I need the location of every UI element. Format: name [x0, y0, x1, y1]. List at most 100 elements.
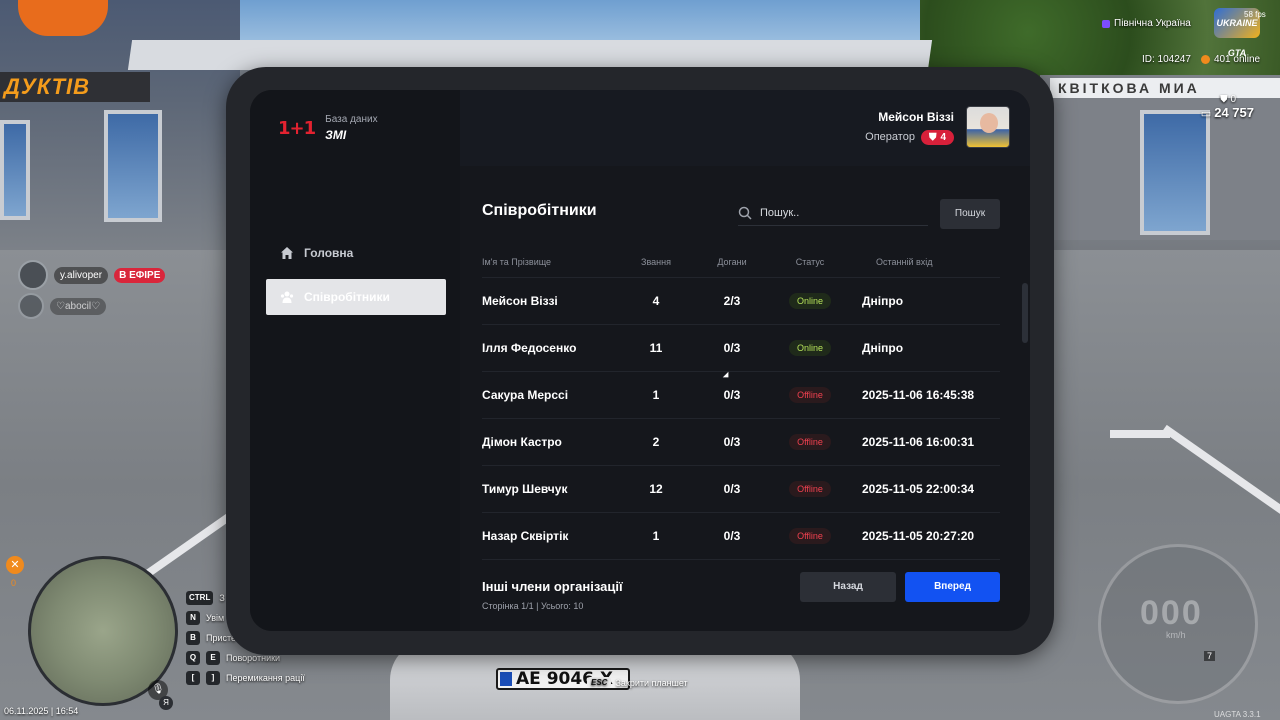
- key-label: Перемикання рації: [226, 673, 305, 683]
- key-cap: Q: [186, 651, 200, 665]
- wanted-level: ⛊ 0: [1188, 94, 1254, 105]
- key-cap: ]: [206, 671, 220, 685]
- keybind-row: [ ] Перемикання рації: [186, 668, 305, 688]
- sidebar-nav: Головна Співробітники: [266, 235, 446, 323]
- sidebar-item-label: Головна: [304, 246, 354, 260]
- sidebar-item-label: Співробітники: [304, 290, 390, 304]
- table-row[interactable]: Тимур Шевчук 12 0/3 Offline 2025-11-05 22:00…: [482, 466, 1000, 513]
- table-row[interactable]: Назар Сквіртік 1 0/3 Offline 2025-11-05 20:2…: [482, 513, 1000, 560]
- status-cell: Offline: [782, 434, 838, 450]
- tablet: 1+1 База даних ЗМІ Головна Співробітники…: [226, 67, 1054, 655]
- speed-value: 000: [1140, 594, 1203, 632]
- scrollbar[interactable]: [1022, 283, 1028, 343]
- key-label: З: [219, 593, 225, 603]
- wanted-value: 0: [1230, 94, 1236, 105]
- minimap-marker-icon: ✕: [6, 556, 24, 574]
- search-button[interactable]: Пошук: [940, 199, 1000, 229]
- status-badge: Offline: [789, 528, 831, 544]
- employee-warnings: 0/3: [723, 341, 741, 355]
- online-icon: [1200, 55, 1210, 64]
- avatar: [966, 106, 1010, 148]
- employee-name: Тимур Шевчук: [482, 482, 568, 496]
- status-badge: Online: [788, 293, 831, 309]
- header: Мейсон Віззі Оператор ⛊ 4: [460, 90, 1030, 166]
- column-header: Ім'я та Прізвище: [482, 256, 552, 267]
- date-time: 06.11.2025 | 16:54: [4, 706, 79, 716]
- scene-canopy: [127, 40, 933, 70]
- search-input[interactable]: [760, 206, 910, 219]
- brand-logo: 1+1: [278, 117, 316, 139]
- status-cell: Online: [782, 293, 838, 309]
- table-body: Мейсон Віззі 4 2/3 Online Дніпро Ілля Федосен…: [482, 278, 1000, 560]
- live-stream-row: ♡aboсil♡: [18, 293, 107, 319]
- employee-warnings: 2/3: [723, 294, 741, 308]
- pagination-info: Сторінка 1/1 | Усього: 10: [482, 601, 584, 611]
- region-name: Північна Україна: [1114, 18, 1191, 29]
- table-row[interactable]: Мейсон Віззі 4 2/3 Online Дніпро: [482, 278, 1000, 325]
- rank-value: 4: [940, 131, 946, 143]
- gear-value: 7: [1204, 651, 1216, 661]
- user-role-row: Оператор ⛊ 4: [865, 129, 954, 145]
- employee-warnings: 0/3: [723, 388, 741, 402]
- sidebar-item-employees[interactable]: Співробітники: [266, 279, 446, 315]
- money-panel: ⛊ 0 ▭ 24 757: [1188, 94, 1254, 120]
- key-cap: [: [186, 671, 200, 685]
- employee-rank: 4: [652, 294, 660, 308]
- key-label: Увім: [206, 613, 225, 623]
- employee-warnings: 0/3: [723, 482, 741, 496]
- brand: 1+1 База даних ЗМІ: [278, 114, 378, 142]
- scene-sign-left: ДУКТІВ: [0, 72, 150, 102]
- column-header: Статус: [795, 256, 825, 267]
- status-badge: Offline: [789, 434, 831, 450]
- online-counter: 401 online: [1200, 54, 1260, 65]
- status-cell: Offline: [782, 481, 838, 497]
- employee-rank: 2: [652, 435, 660, 449]
- live-user-name: y.alivoper: [54, 266, 109, 284]
- player-id: ID: 104247: [1142, 54, 1191, 65]
- close-tablet-hint[interactable]: ESC Закрити планшет: [587, 677, 688, 688]
- employee-last-login: 2025-11-06 16:00:31: [862, 435, 975, 449]
- rank-badge: ⛊ 4: [920, 129, 954, 145]
- employee-last-login: Дніпро: [862, 341, 904, 355]
- brand-subtitle: База даних: [325, 114, 378, 125]
- employee-rank: 11: [649, 341, 663, 355]
- search-icon: [738, 206, 752, 220]
- live-badge: В ЕФІРЕ: [114, 267, 166, 283]
- column-header: Останній вхід: [876, 256, 933, 267]
- table-row[interactable]: Дімон Кастро 2 0/3 Offline 2025-11-06 16:00:…: [482, 419, 1000, 466]
- table-row[interactable]: Сакура Мерссі 1 0/3 Offline 2025-11-06 16:45…: [482, 372, 1000, 419]
- employee-name: Ілля Федосенко: [482, 341, 577, 355]
- brand-text: База даних ЗМІ: [325, 114, 377, 142]
- live-user-name: ♡aboсil♡: [50, 297, 107, 315]
- voice-button[interactable]: Я: [159, 696, 173, 710]
- main-content: Співробітники Пошук Ім'я та Прізвище Зва…: [460, 166, 1030, 631]
- table-row[interactable]: Ілля Федосенко 11 0/3 Online Дніпро: [482, 325, 1000, 372]
- employee-last-login: 2025-11-05 22:00:34: [862, 482, 975, 496]
- employee-name: Дімон Кастро: [482, 435, 562, 449]
- user-text: Мейсон Віззі Оператор ⛊ 4: [865, 110, 954, 145]
- speed-unit: km/h: [1166, 630, 1186, 640]
- back-button[interactable]: Назад: [800, 572, 896, 602]
- page-title: Співробітники: [482, 202, 597, 219]
- employee-warnings: 0/3: [723, 529, 741, 543]
- scene-window: [0, 120, 30, 220]
- sidebar-item-home[interactable]: Головна: [266, 235, 446, 271]
- user-profile: Мейсон Віззі Оператор ⛊ 4: [865, 106, 1010, 148]
- status-cell: Offline: [782, 387, 838, 403]
- close-tablet-label: Закрити планшет: [615, 677, 688, 688]
- scene-orange-logo: [18, 0, 108, 36]
- cash-icon: ▭: [1200, 108, 1212, 120]
- brand-title: ЗМІ: [325, 128, 347, 142]
- column-header: Звання: [641, 256, 671, 267]
- employee-last-login: 2025-11-05 20:27:20: [862, 529, 975, 543]
- region-icon: [1102, 19, 1110, 28]
- esc-key: ESC: [587, 677, 612, 688]
- key-cap: E: [206, 651, 220, 665]
- employees-table: Ім'я та Прізвище Звання Догани Статус Ос…: [482, 246, 1000, 560]
- live-stream-row: y.alivoper В ЕФІРЕ: [18, 260, 166, 290]
- next-button[interactable]: Вперед: [905, 572, 1000, 602]
- employee-last-login: 2025-11-06 16:45:38: [862, 388, 975, 402]
- employee-rank: 1: [652, 529, 660, 543]
- status-cell: Online: [782, 340, 838, 356]
- employee-name: Сакура Мерссі: [482, 388, 569, 402]
